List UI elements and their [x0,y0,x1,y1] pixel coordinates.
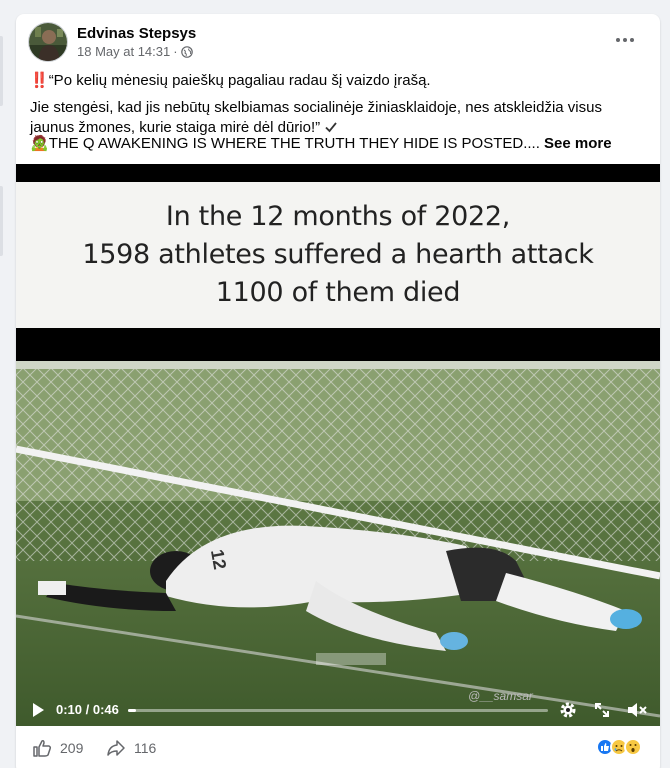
post-text-line2-content: Jie stengėsi, kad jis nebūtų skelbiamas … [30,99,602,136]
share-button[interactable]: 116 [106,738,156,758]
post-text-line2: Jie stengėsi, kad jis nebūtų skelbiamas … [30,98,646,138]
wow-reaction-icon [624,738,642,756]
left-edge [0,0,14,768]
globe-icon [180,45,193,58]
share-count: 116 [134,740,157,756]
post-text-line1: ‼️“Po kelių mėnesių paieškų pagaliau rad… [30,71,646,91]
post-footer: 209 116 [16,728,660,768]
post-text-line3-content: THE Q AWAKENING IS WHERE THE TRUTH THEY … [48,135,540,152]
post-text-line3: 🧟THE Q AWAKENING IS WHERE THE TRUTH THEY… [30,134,646,154]
video-caption-line3: 1100 of them died [215,277,461,308]
left-edge-nub [0,186,3,256]
see-more-link[interactable]: See more [544,135,612,152]
play-icon[interactable] [30,702,46,723]
share-arrow-icon [107,740,125,756]
video-caption-banner: In the 12 months of 2022, 1598 athletes … [16,182,660,328]
more-options-icon[interactable] [610,28,640,52]
left-edge-nub [0,36,3,106]
double-exclamation-icon: ‼️ [30,72,49,89]
thumbs-up-icon [33,740,52,757]
video-controls: 0:10 / 0:46 [16,694,660,726]
gear-icon[interactable] [558,700,578,725]
video-progress-bar[interactable] [128,709,548,712]
video-time: 0:10 / 0:46 [56,702,119,717]
post-meta: 18 May at 14:31 · [77,44,193,59]
video-caption-line1: In the 12 months of 2022, [165,201,511,232]
video-progress-fill [128,709,137,712]
post-header: Edvinas Stepsys 18 May at 14:31 · [16,14,660,70]
post-card: Edvinas Stepsys 18 May at 14:31 · ‼️“Po … [16,14,660,768]
like-button[interactable]: 209 [32,738,83,758]
zombie-icon: 🧟 [30,135,49,152]
video-player[interactable]: In the 12 months of 2022, 1598 athletes … [16,164,660,726]
post-text-line1-content: “Po kelių mėnesių paieškų pagaliau radau… [48,72,431,89]
video-frame: @__samsar 12 [16,361,660,726]
like-count: 209 [60,740,84,756]
post-date[interactable]: 18 May at 14:31 [77,44,170,59]
checkmark-icon [325,122,337,133]
mute-icon[interactable] [626,700,648,725]
expand-icon[interactable] [592,700,612,725]
jersey-number: 12 [206,547,231,572]
video-caption-line2: 1598 athletes suffered a hearth attack [82,239,594,270]
avatar[interactable] [28,22,68,62]
author-name[interactable]: Edvinas Stepsys [77,25,196,42]
meta-separator: · [173,44,178,59]
reaction-summary[interactable] [596,738,642,756]
